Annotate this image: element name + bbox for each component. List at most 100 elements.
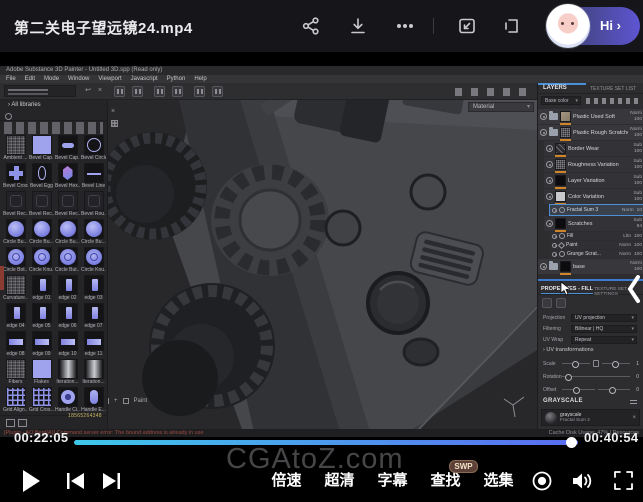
shelf-asset[interactable]: Ambient ... bbox=[3, 134, 28, 161]
layer-row[interactable]: Layer VariationSub100 bbox=[544, 173, 643, 188]
shelf-asset[interactable]: Circle Knu... bbox=[29, 246, 54, 273]
layer-row[interactable]: Grunge Scrat...Norm100 bbox=[550, 250, 643, 258]
video-frame[interactable]: Adobe Substance 3D Painter - Untitled 3D… bbox=[0, 52, 643, 436]
undo-icon[interactable]: ↩ bbox=[84, 87, 92, 95]
visibility-eye-icon[interactable] bbox=[546, 145, 553, 152]
blend-mode[interactable]: Sub bbox=[633, 218, 642, 223]
blend-mode[interactable]: Norm bbox=[619, 243, 631, 248]
opacity-value[interactable]: 100 bbox=[634, 181, 642, 186]
avatar[interactable] bbox=[546, 4, 590, 48]
blend-mode[interactable]: Sub bbox=[633, 143, 642, 148]
layer-blend-opacity[interactable]: Sub100 bbox=[633, 159, 642, 170]
shelf-asset[interactable]: Bevel Hex... bbox=[55, 162, 80, 189]
shelf-asset[interactable]: edge 11 bbox=[81, 330, 106, 357]
blend-mode[interactable]: Norm bbox=[622, 208, 634, 213]
layer-blend-opacity[interactable]: Sub100 bbox=[633, 175, 642, 186]
shelf-asset[interactable]: Bevel Cross bbox=[3, 162, 28, 189]
shelf-asset[interactable]: edge 02 bbox=[55, 274, 80, 301]
playlist-collapse-chevron-icon[interactable] bbox=[627, 274, 641, 304]
tool-info-box[interactable] bbox=[4, 85, 76, 97]
layer-blend-opacity[interactable]: Norm100 bbox=[619, 243, 642, 248]
layer-blend-opacity[interactable]: Norm100 bbox=[630, 261, 642, 272]
visibility-eye-icon[interactable] bbox=[546, 161, 553, 168]
shelf-asset[interactable]: Grid Align... bbox=[3, 386, 28, 413]
symmetry-icon[interactable] bbox=[154, 86, 165, 97]
docked-tab-marker[interactable] bbox=[0, 266, 4, 290]
visibility-eye-icon[interactable] bbox=[552, 243, 557, 248]
menu-python[interactable]: Python bbox=[167, 75, 186, 83]
shelf-asset[interactable]: edge 01 bbox=[29, 274, 54, 301]
opacity-value[interactable]: 100 bbox=[634, 234, 642, 239]
layer-blend-opacity[interactable]: Lltn100 bbox=[623, 234, 642, 239]
shelf-asset[interactable]: edge 09 bbox=[29, 330, 54, 357]
opacity-value[interactable]: 100 bbox=[634, 117, 642, 122]
menu-viewport[interactable]: Viewport bbox=[98, 75, 121, 83]
account-hi-label[interactable]: Hi › bbox=[600, 18, 621, 33]
list-icon[interactable] bbox=[630, 398, 637, 404]
frame-icon[interactable] bbox=[194, 86, 205, 97]
opacity-value[interactable]: 100 bbox=[634, 243, 642, 248]
property-dropdown[interactable]: UV projection bbox=[571, 314, 637, 322]
shelf-asset[interactable]: Circle But... bbox=[55, 246, 80, 273]
close-icon[interactable]: × bbox=[111, 108, 115, 115]
visibility-eye-icon[interactable] bbox=[552, 208, 557, 213]
menu-help[interactable]: Help bbox=[194, 75, 206, 83]
square-tool-icon[interactable] bbox=[108, 398, 109, 404]
visibility-eye-icon[interactable] bbox=[546, 220, 553, 227]
blend-mode[interactable]: Lltn bbox=[623, 234, 631, 239]
share-icon[interactable] bbox=[301, 16, 321, 36]
material-mode-dropdown[interactable]: Material bbox=[468, 102, 534, 112]
property-dropdown[interactable]: Repeat bbox=[571, 336, 637, 344]
shelf-asset[interactable]: Circle Bu... bbox=[29, 218, 54, 245]
shelf-asset[interactable]: Bevel Circle bbox=[81, 134, 106, 161]
opacity-value[interactable]: 94 bbox=[637, 224, 642, 229]
shelf-asset[interactable]: Bevel Line bbox=[81, 162, 106, 189]
shelf-asset[interactable]: Iteration... bbox=[55, 358, 80, 385]
more-icon[interactable] bbox=[395, 16, 415, 36]
shelf-search-input[interactable] bbox=[0, 111, 107, 121]
shelf-library-dropdown[interactable]: › All libraries bbox=[0, 100, 107, 111]
layer-row[interactable]: Color VariationSub100 bbox=[544, 189, 643, 204]
layer-action-icons[interactable] bbox=[586, 98, 640, 104]
control-speed-button[interactable]: 倍速 bbox=[260, 470, 313, 492]
shelf-asset[interactable]: edge 04 bbox=[3, 302, 28, 329]
paint-mode-icon[interactable] bbox=[123, 398, 129, 404]
layer-row[interactable]: FillLltn100 bbox=[550, 232, 643, 240]
fullscreen-icon[interactable] bbox=[613, 470, 634, 496]
shelf-asset[interactable]: edge 07 bbox=[81, 302, 106, 329]
download-icon[interactable] bbox=[348, 16, 368, 36]
shelf-asset[interactable]: Circle Bu... bbox=[3, 218, 28, 245]
tab-layers[interactable]: LAYERS bbox=[543, 85, 567, 91]
slider-track[interactable] bbox=[598, 389, 631, 390]
property-dropdown[interactable]: Bilinear | HQ bbox=[571, 325, 637, 333]
layer-row[interactable]: PaintNorm100 bbox=[550, 241, 643, 249]
visibility-eye-icon[interactable] bbox=[552, 252, 557, 257]
control-quality-button[interactable]: 超清 bbox=[313, 470, 366, 492]
opacity-value[interactable]: 100 bbox=[634, 197, 642, 202]
shelf-asset[interactable]: Iteration... bbox=[81, 358, 106, 385]
3d-viewport[interactable]: × Material + Paint bbox=[108, 100, 537, 429]
play-button[interactable] bbox=[23, 470, 40, 492]
menu-edit[interactable]: Edit bbox=[25, 75, 35, 83]
tab-texture-set-list[interactable]: TEXTURE SET LIST bbox=[590, 86, 636, 92]
layer-blend-opacity[interactable]: Norm100 bbox=[630, 111, 642, 122]
perspective-icon[interactable] bbox=[212, 86, 223, 97]
shelf-asset[interactable]: Bevel Cap... bbox=[55, 134, 80, 161]
next-button[interactable] bbox=[101, 472, 121, 490]
add-icon[interactable]: + bbox=[114, 398, 118, 404]
previous-button[interactable] bbox=[66, 472, 86, 490]
shelf-filter-icons[interactable] bbox=[4, 122, 103, 134]
opacity-value[interactable]: 100 bbox=[634, 149, 642, 154]
blend-mode[interactable]: Norm bbox=[630, 111, 642, 116]
channel-dropdown[interactable]: Base color bbox=[541, 96, 581, 105]
shelf-asset[interactable]: Grid Cros... bbox=[29, 386, 54, 413]
menu-mode[interactable]: Mode bbox=[44, 75, 59, 83]
opacity-value[interactable]: 100 bbox=[634, 165, 642, 170]
material-mode-icon[interactable] bbox=[542, 298, 552, 308]
layer-row[interactable]: Border WearSub100 bbox=[544, 141, 643, 156]
shelf-asset[interactable]: edge 06 bbox=[55, 302, 80, 329]
opacity-value[interactable]: 100 bbox=[634, 267, 642, 272]
shelf-asset[interactable]: edge 08 bbox=[3, 330, 28, 357]
shelf-asset[interactable]: Curvature... bbox=[3, 274, 28, 301]
control-episodes-button[interactable]: 选集 bbox=[472, 470, 525, 492]
